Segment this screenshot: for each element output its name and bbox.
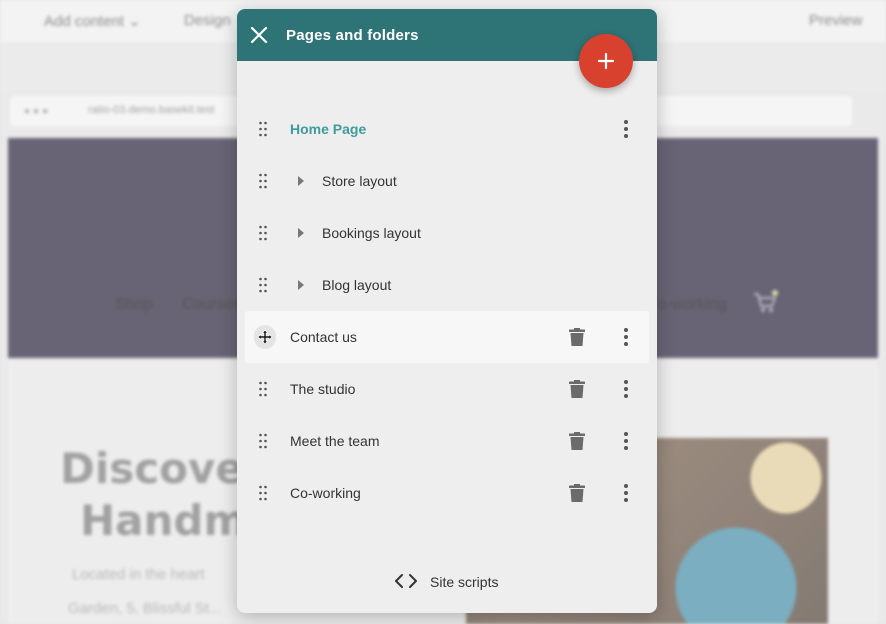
caret-right-icon[interactable] [297, 228, 305, 238]
trash-icon[interactable] [569, 432, 585, 450]
folder-label: Bookings layout [322, 225, 421, 241]
trash-icon[interactable] [569, 380, 585, 398]
drag-handle-icon[interactable] [258, 277, 268, 293]
drag-handle-icon[interactable] [258, 225, 268, 241]
caret-right-icon[interactable] [297, 176, 305, 186]
drag-handle-icon[interactable] [258, 485, 268, 501]
page-label: Meet the team [290, 433, 380, 449]
page-item-meet-the-team[interactable]: Meet the team [237, 415, 657, 467]
panel-title: Pages and folders [286, 27, 419, 44]
move-cursor-icon[interactable] [257, 329, 273, 345]
site-scripts-label: Site scripts [430, 574, 499, 590]
page-item-contact-us[interactable]: Contact us [245, 311, 649, 363]
pages-list: Home Page Store layout Bookings layout B… [237, 103, 657, 519]
more-vertical-icon[interactable] [623, 119, 629, 139]
drag-handle-icon[interactable] [258, 433, 268, 449]
add-page-button[interactable] [579, 34, 633, 88]
trash-icon[interactable] [569, 328, 585, 346]
pages-and-folders-panel: Pages and folders Home Page Store layout… [237, 9, 657, 613]
page-label: Co-working [290, 485, 361, 501]
more-vertical-icon[interactable] [623, 379, 629, 399]
caret-right-icon[interactable] [297, 280, 305, 290]
more-vertical-icon[interactable] [623, 327, 629, 347]
more-vertical-icon[interactable] [623, 431, 629, 451]
plus-icon [597, 52, 615, 70]
page-label: The studio [290, 381, 356, 397]
page-item-the-studio[interactable]: The studio [237, 363, 657, 415]
trash-icon[interactable] [569, 484, 585, 502]
close-icon [250, 26, 268, 44]
folder-label: Store layout [322, 173, 397, 189]
more-vertical-icon[interactable] [623, 483, 629, 503]
page-item-home[interactable]: Home Page [237, 103, 657, 155]
folder-item-blog-layout[interactable]: Blog layout [237, 259, 657, 311]
folder-item-bookings-layout[interactable]: Bookings layout [237, 207, 657, 259]
drag-handle-icon[interactable] [258, 381, 268, 397]
close-button[interactable] [247, 23, 271, 47]
drag-handle-icon[interactable] [258, 121, 268, 137]
page-label: Contact us [290, 329, 357, 345]
page-label: Home Page [290, 121, 367, 137]
page-item-co-working[interactable]: Co-working [237, 467, 657, 519]
folder-label: Blog layout [322, 277, 392, 293]
drag-handle-icon[interactable] [258, 173, 268, 189]
site-scripts-button[interactable]: Site scripts [237, 569, 657, 595]
folder-item-store-layout[interactable]: Store layout [237, 155, 657, 207]
code-icon [395, 574, 417, 588]
